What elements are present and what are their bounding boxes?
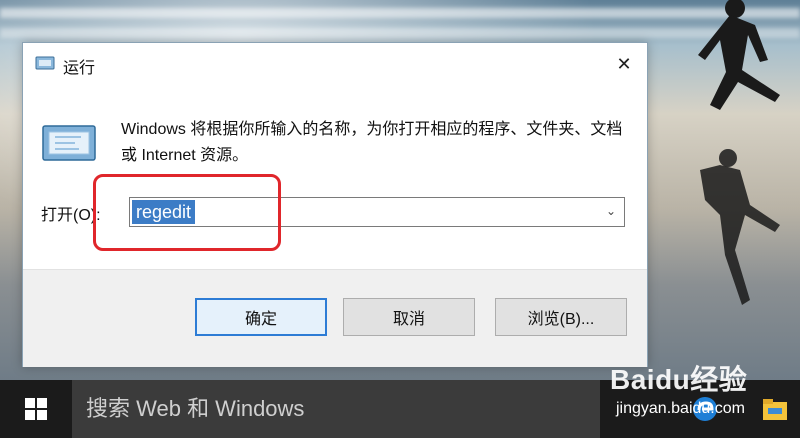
windows-logo-icon xyxy=(25,398,47,420)
dialog-content: Windows 将根据你所输入的名称，为你打开相应的程序、文件夹、文档或 Int… xyxy=(23,85,647,269)
taskbar: 搜索 Web 和 Windows xyxy=(0,380,800,438)
taskbar-search-box[interactable]: 搜索 Web 和 Windows xyxy=(72,380,600,438)
browse-button[interactable]: 浏览(B)... xyxy=(495,298,627,336)
edge-icon[interactable] xyxy=(690,394,720,424)
cancel-button[interactable]: 取消 xyxy=(343,298,475,336)
title-bar[interactable]: 运行 ✕ xyxy=(23,43,647,85)
button-area: 确定 取消 浏览(B)... xyxy=(23,269,647,367)
run-icon xyxy=(35,56,55,70)
file-explorer-icon[interactable] xyxy=(760,394,790,424)
dialog-title: 运行 xyxy=(63,60,96,77)
open-label: 打开(O): xyxy=(41,207,101,224)
ok-button[interactable]: 确定 xyxy=(195,298,327,336)
dialog-description: Windows 将根据你所输入的名称，为你打开相应的程序、文件夹、文档或 Int… xyxy=(121,121,623,164)
start-button[interactable] xyxy=(0,380,72,438)
close-button[interactable]: ✕ xyxy=(601,43,647,85)
run-icon xyxy=(42,125,96,161)
annotation-highlight xyxy=(93,174,281,251)
close-icon: ✕ xyxy=(616,53,632,74)
run-dialog: 运行 ✕ Windows 将根据你所输入的名称，为你打开相应的程序、文件夹、文档… xyxy=(22,42,648,367)
runner-silhouette xyxy=(698,0,780,305)
chevron-down-icon[interactable]: ⌄ xyxy=(602,202,620,220)
